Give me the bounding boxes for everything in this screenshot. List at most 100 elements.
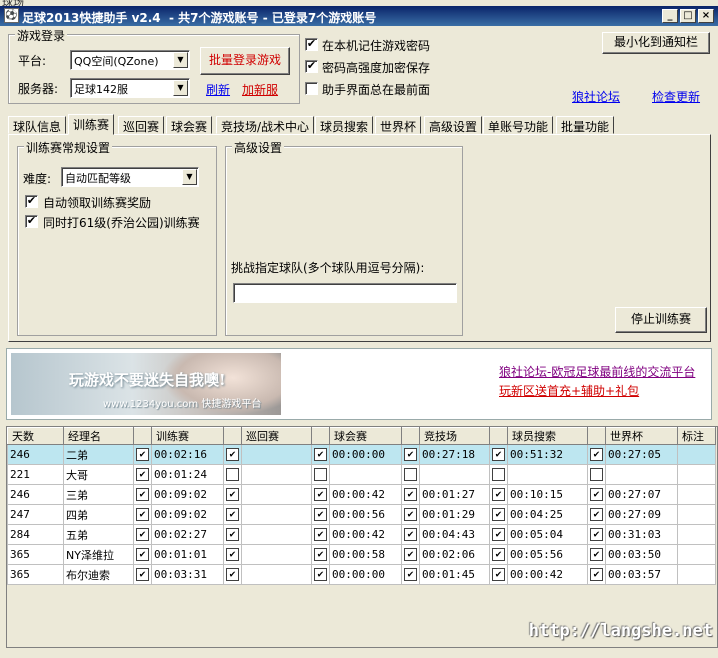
checkbox-icon[interactable]: ✔ (590, 488, 603, 502)
table-row[interactable]: 221 大哥 ✔ 00:01:24 (7, 464, 716, 485)
table-cell-checkbox[interactable]: ✔ (489, 484, 508, 505)
checkbox-icon[interactable]: ✔ (226, 548, 239, 562)
table-cell-checkbox[interactable]: ✔ (489, 444, 508, 465)
checkbox-icon[interactable]: ✔ (590, 548, 603, 562)
table-cell-checkbox[interactable]: ✔ (311, 504, 330, 525)
checkbox-icon[interactable]: ✔ (136, 508, 149, 522)
table-cell-checkbox[interactable]: ✔ (587, 544, 606, 565)
table-cell-checkbox[interactable]: ✔ (223, 444, 242, 465)
table-cell-checkbox[interactable]: ✔ (223, 544, 242, 565)
column-header[interactable]: 天数 (7, 427, 64, 445)
table-cell-checkbox[interactable]: ✔ (489, 564, 508, 585)
tab-advanced[interactable]: 高级设置 (424, 116, 483, 134)
checkbox-icon[interactable]: ✔ (136, 448, 149, 462)
tab-tour[interactable]: 巡回赛 (118, 116, 165, 134)
always-on-top-checkbox[interactable] (305, 82, 318, 95)
checkbox-icon[interactable]: ✔ (492, 568, 505, 582)
table-cell-checkbox[interactable] (311, 464, 330, 485)
minimize-to-tray-button[interactable]: 最小化到通知栏 (602, 32, 710, 54)
table-cell-checkbox[interactable]: ✔ (133, 484, 152, 505)
refresh-link[interactable]: 刷新 (206, 81, 230, 98)
column-header[interactable]: 训练赛 (151, 427, 224, 445)
table-cell-checkbox[interactable]: ✔ (133, 464, 152, 485)
column-header[interactable]: 世界杯 (605, 427, 678, 445)
checkbox-icon[interactable]: ✔ (404, 448, 417, 462)
tab-world-cup[interactable]: 世界杯 (375, 116, 422, 134)
checkbox-icon[interactable]: ✔ (492, 528, 505, 542)
column-header[interactable] (223, 427, 242, 445)
table-cell-checkbox[interactable]: ✔ (223, 524, 242, 545)
column-header[interactable] (489, 427, 508, 445)
checkbox-icon[interactable] (404, 468, 417, 482)
batch-login-button[interactable]: 批量登录游戏 (200, 47, 290, 75)
difficulty-select[interactable]: 自动匹配等级 ▼ (61, 167, 199, 187)
auto-reward-checkbox[interactable]: ✔ (25, 195, 38, 208)
table-cell-checkbox[interactable]: ✔ (489, 544, 508, 565)
checkbox-icon[interactable]: ✔ (590, 528, 603, 542)
checkbox-icon[interactable]: ✔ (226, 528, 239, 542)
strong-encrypt-checkbox[interactable]: ✔ (305, 60, 318, 73)
tab-club[interactable]: 球会赛 (166, 116, 213, 134)
table-cell-checkbox[interactable]: ✔ (587, 484, 606, 505)
checkbox-icon[interactable]: ✔ (404, 508, 417, 522)
checkbox-icon[interactable]: ✔ (136, 548, 149, 562)
table-cell-checkbox[interactable]: ✔ (223, 504, 242, 525)
column-header[interactable]: 巡回赛 (241, 427, 312, 445)
table-cell-checkbox[interactable]: ✔ (133, 504, 152, 525)
checkbox-icon[interactable]: ✔ (136, 488, 149, 502)
chevron-down-icon[interactable]: ▼ (182, 169, 197, 185)
stop-training-button[interactable]: 停止训练赛 (615, 307, 707, 333)
table-cell-checkbox[interactable]: ✔ (223, 564, 242, 585)
table-cell-checkbox[interactable] (587, 464, 606, 485)
ad-banner[interactable]: 玩游戏不要迷失自我噢! www.1234you.com 快捷游戏平台 狼社论坛-… (6, 348, 712, 420)
table-cell-checkbox[interactable] (401, 464, 420, 485)
tab-training[interactable]: 训练赛 (68, 114, 115, 135)
checkbox-icon[interactable]: ✔ (136, 528, 149, 542)
table-row[interactable]: 365 布尔迪索 ✔ 00:03:31 ✔ ✔ 00:00:00 ✔ 00:01:45 ✔ 00:0… (7, 564, 716, 585)
table-cell-checkbox[interactable]: ✔ (489, 504, 508, 525)
checkbox-icon[interactable] (226, 468, 239, 482)
table-cell-checkbox[interactable]: ✔ (401, 524, 420, 545)
account-grid[interactable]: 天数 经理名 训练赛 巡回赛 球会赛 竞技场 球员搜索 世界杯 标注 246 二弟 ✔ 00:02:1… (6, 426, 718, 648)
checkbox-icon[interactable]: ✔ (314, 528, 327, 542)
checkbox-icon[interactable]: ✔ (590, 568, 603, 582)
column-header[interactable]: 球员搜索 (507, 427, 588, 445)
table-cell-checkbox[interactable]: ✔ (133, 564, 152, 585)
table-cell-checkbox[interactable] (223, 464, 242, 485)
table-cell-checkbox[interactable] (489, 464, 508, 485)
checkbox-icon[interactable]: ✔ (492, 508, 505, 522)
column-header[interactable] (311, 427, 330, 445)
checkbox-icon[interactable]: ✔ (314, 448, 327, 462)
checkbox-icon[interactable]: ✔ (492, 548, 505, 562)
checkbox-icon[interactable]: ✔ (314, 488, 327, 502)
banner-forum-link[interactable]: 狼社论坛-欧冠足球最前线的交流平台 (499, 363, 695, 380)
platform-select[interactable]: QQ空间(QZone) ▼ (70, 50, 190, 70)
column-header[interactable]: 竞技场 (419, 427, 490, 445)
checkbox-icon[interactable]: ✔ (314, 568, 327, 582)
tab-arena[interactable]: 竞技场/战术中心 (216, 116, 315, 134)
forum-link[interactable]: 狼社论坛 (572, 88, 620, 105)
table-row[interactable]: 246 二弟 ✔ 00:02:16 ✔ ✔ 00:00:00 ✔ 00:27:18 ✔ 00:51:… (7, 444, 716, 465)
table-cell-checkbox[interactable]: ✔ (587, 524, 606, 545)
checkbox-icon[interactable] (492, 468, 505, 482)
table-cell-checkbox[interactable]: ✔ (587, 504, 606, 525)
checkbox-icon[interactable]: ✔ (314, 548, 327, 562)
maximize-icon[interactable]: □ (680, 9, 696, 23)
tab-single-account[interactable]: 单账号功能 (483, 116, 554, 134)
table-cell-checkbox[interactable]: ✔ (401, 504, 420, 525)
checkbox-icon[interactable] (314, 468, 327, 482)
column-header[interactable]: 经理名 (63, 427, 134, 445)
table-row[interactable]: 365 NY泽维拉 ✔ 00:01:01 ✔ ✔ 00:00:58 ✔ 00:02:06 ✔ 00:… (7, 544, 716, 565)
close-icon[interactable]: × (698, 9, 714, 23)
add-server-link[interactable]: 加新服 (242, 81, 278, 98)
chevron-down-icon[interactable]: ▼ (173, 80, 188, 96)
table-cell-checkbox[interactable]: ✔ (587, 564, 606, 585)
banner-image[interactable]: 玩游戏不要迷失自我噢! www.1234you.com 快捷游戏平台 (11, 353, 281, 415)
table-cell-checkbox[interactable]: ✔ (311, 444, 330, 465)
table-cell-checkbox[interactable]: ✔ (133, 524, 152, 545)
checkbox-icon[interactable]: ✔ (590, 448, 603, 462)
column-header[interactable] (401, 427, 420, 445)
checkbox-icon[interactable]: ✔ (136, 468, 149, 482)
server-select[interactable]: 足球142服 ▼ (70, 78, 190, 98)
table-cell-checkbox[interactable]: ✔ (133, 444, 152, 465)
